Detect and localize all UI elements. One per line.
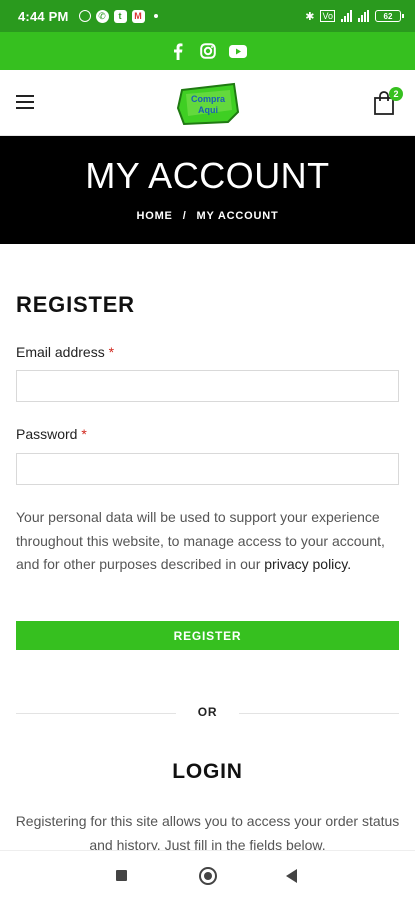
page-title: MY ACCOUNT — [85, 155, 330, 196]
wifi-icon — [358, 10, 369, 22]
status-time: 4:44 PM — [18, 8, 69, 24]
svg-text:Compra: Compra — [191, 94, 226, 104]
register-button[interactable]: REGISTER — [16, 621, 399, 650]
privacy-note-end: . — [347, 556, 352, 572]
or-label: OR — [197, 705, 218, 719]
privacy-policy-link[interactable]: privacy policy — [264, 556, 347, 572]
breadcrumb-home[interactable]: HOME — [136, 210, 172, 222]
status-bar: 4:44 PM ✆ t M ✱ Vo 62 — [0, 0, 415, 32]
breadcrumb-current: MY ACCOUNT — [196, 210, 279, 222]
cart-count-badge: 2 — [389, 87, 403, 101]
email-field[interactable] — [16, 370, 399, 402]
battery-level: 62 — [383, 11, 393, 21]
site-header: Compra Aqui 2 — [0, 70, 415, 136]
signal-icon — [341, 10, 352, 22]
social-bar — [0, 32, 415, 70]
gmail-icon: M — [131, 9, 145, 23]
password-label: Password * — [16, 426, 87, 442]
youtube-icon[interactable] — [228, 42, 247, 60]
privacy-note: Your personal data will be used to suppo… — [16, 506, 399, 577]
email-label: Email address * — [16, 344, 114, 360]
volte-icon: Vo — [320, 10, 335, 22]
more-notifications-dot-icon — [153, 14, 158, 18]
login-title: LOGIN — [172, 760, 243, 783]
whatsapp-icon: ✆ — [95, 9, 109, 23]
system-nav-bar — [0, 850, 415, 900]
instagram-icon[interactable] — [199, 42, 217, 60]
email-label-text: Email address — [16, 344, 105, 360]
breadcrumb: HOME / MY ACCOUNT — [0, 210, 415, 222]
facebook-icon[interactable] — [169, 42, 187, 60]
required-mark: * — [108, 344, 115, 360]
recent-apps-icon[interactable] — [116, 870, 127, 881]
menu-icon[interactable] — [16, 95, 34, 109]
back-icon[interactable] — [286, 869, 297, 883]
register-title: REGISTER — [16, 292, 135, 317]
alarm-icon — [78, 10, 91, 22]
required-mark: * — [81, 426, 87, 442]
site-logo[interactable]: Compra Aqui — [176, 82, 240, 126]
password-field[interactable] — [16, 453, 399, 485]
system-icons: ✱ Vo 62 — [305, 10, 404, 23]
page-title-banner: MY ACCOUNT HOME / MY ACCOUNT — [0, 136, 415, 244]
breadcrumb-separator: / — [182, 210, 187, 222]
password-label-text: Password — [16, 426, 78, 442]
battery-icon: 62 — [375, 10, 404, 22]
bluetooth-icon: ✱ — [305, 10, 315, 23]
svg-text:Aqui: Aqui — [198, 105, 218, 115]
twitter-icon: t — [113, 9, 127, 23]
home-icon[interactable] — [199, 867, 217, 885]
notification-icons: ✆ t M — [78, 9, 158, 23]
